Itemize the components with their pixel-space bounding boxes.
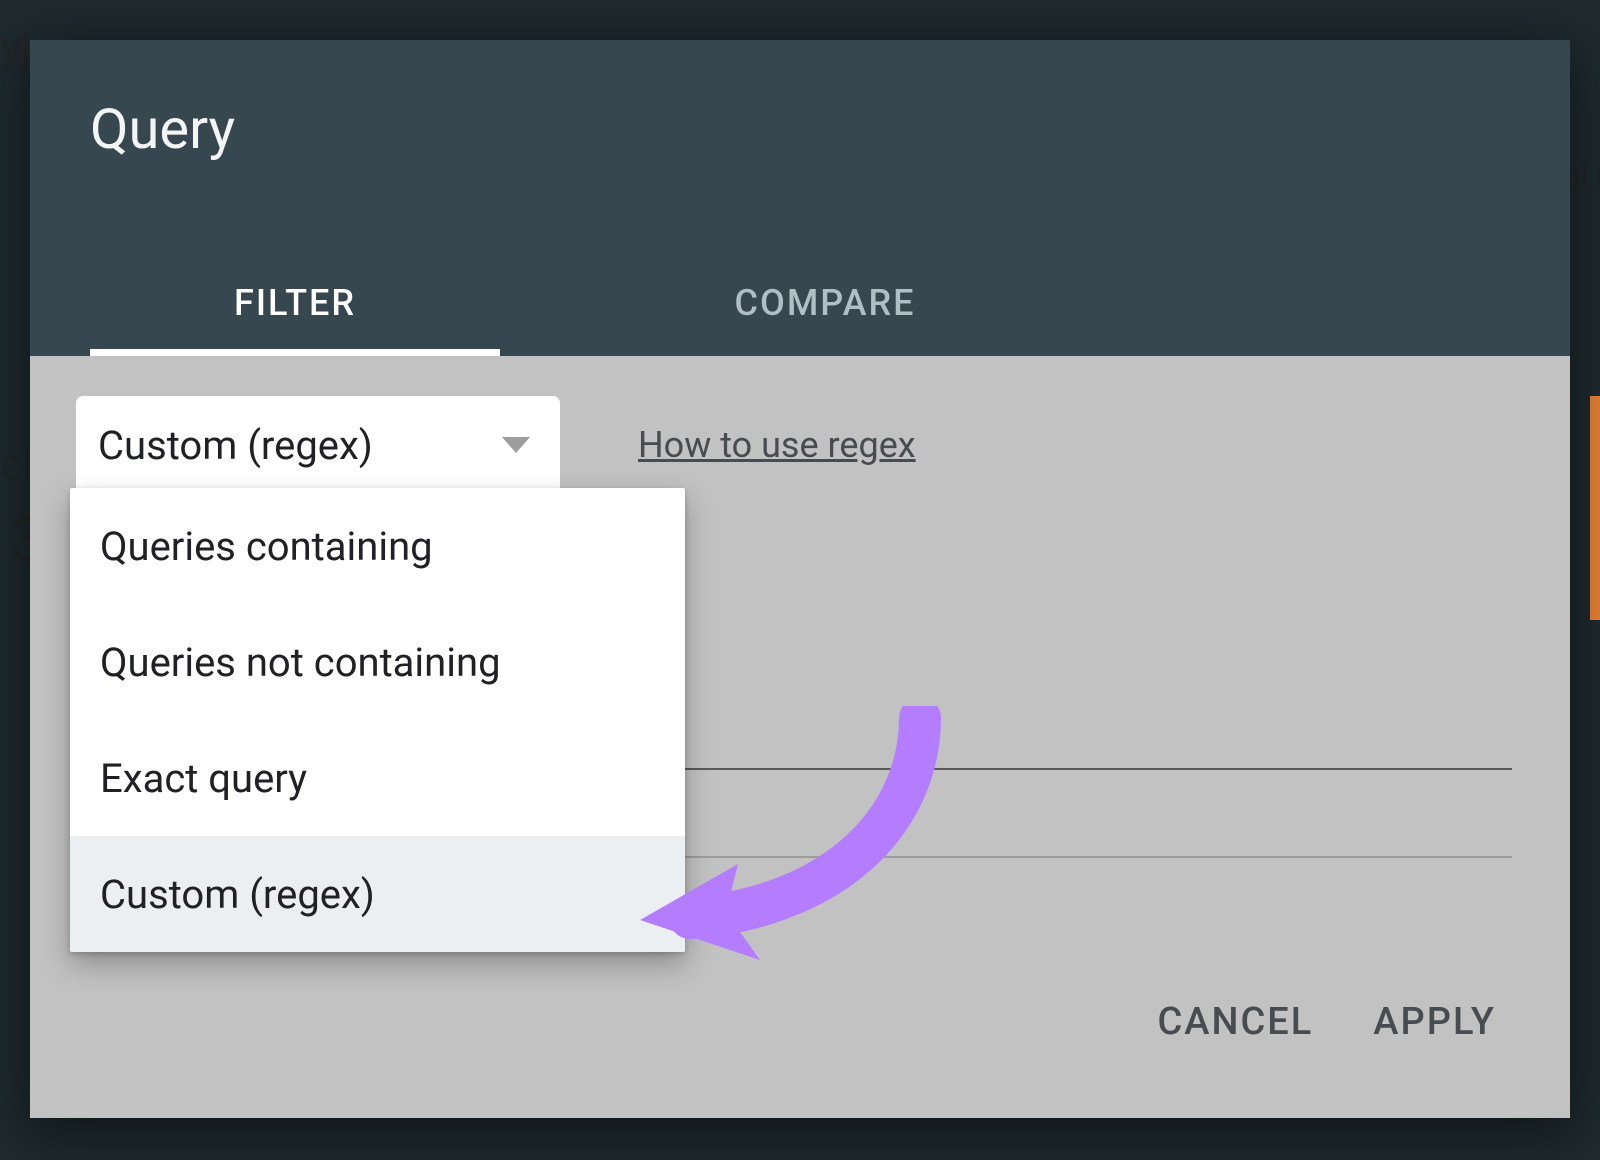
filter-type-select-value: Custom (regex): [98, 422, 373, 469]
dialog-body: How to use regex regex) CANCEL APPLY Cus…: [30, 356, 1570, 1118]
dialog-title: Query: [90, 96, 1510, 162]
filter-type-dropdown: Queries containing Queries not containin…: [70, 488, 685, 952]
tab-bar: FILTER COMPARE: [30, 250, 1570, 356]
dialog-actions: CANCEL APPLY: [1158, 1000, 1497, 1044]
bg-text-fragment: cl: [0, 440, 32, 490]
tab-filter[interactable]: FILTER: [30, 250, 560, 356]
dialog-header: Query FILTER COMPARE: [30, 40, 1570, 356]
filter-type-select[interactable]: Custom (regex): [88, 408, 548, 482]
cancel-button[interactable]: CANCEL: [1158, 1000, 1314, 1044]
dropdown-option-exact-query[interactable]: Exact query: [70, 720, 685, 836]
dropdown-option-queries-not-containing[interactable]: Queries not containing: [70, 604, 685, 720]
bg-text-fragment: y|: [0, 22, 29, 72]
query-filter-dialog: Query FILTER COMPARE How to use regex re…: [30, 40, 1570, 1118]
dropdown-option-queries-containing[interactable]: Queries containing: [70, 488, 685, 604]
dropdown-option-custom-regex[interactable]: Custom (regex): [70, 836, 685, 952]
tab-compare[interactable]: COMPARE: [560, 250, 1090, 356]
bg-orange-strip: [1590, 396, 1600, 620]
chevron-down-icon: [502, 437, 530, 453]
apply-button[interactable]: APPLY: [1373, 1000, 1496, 1044]
help-link-regex[interactable]: How to use regex: [638, 424, 916, 466]
